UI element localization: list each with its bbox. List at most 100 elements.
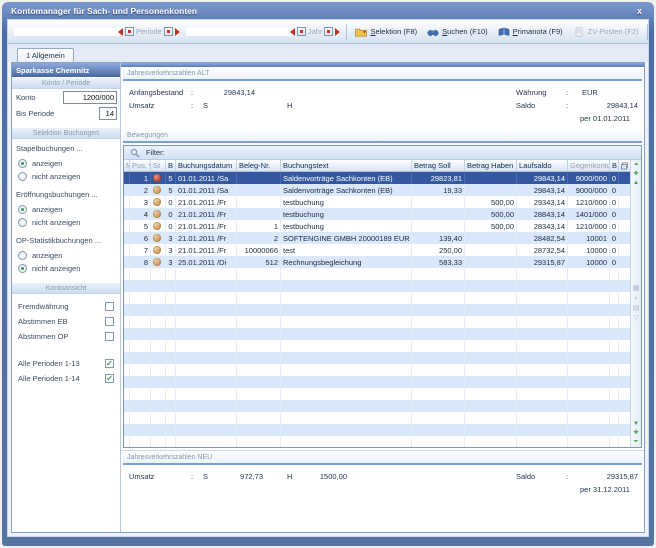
checkbox-row-alle-perioden-1-14[interactable]: Alle Perioden 1-14✓	[16, 371, 116, 386]
row-up-icon[interactable]: ▲	[633, 180, 639, 186]
periode-next-button[interactable]	[164, 27, 173, 36]
go-first-icon[interactable]: ⏶	[634, 162, 639, 168]
konto-input[interactable]	[63, 91, 117, 104]
row-down-icon[interactable]: ▼	[633, 421, 639, 427]
grid-row-empty[interactable]	[124, 376, 630, 388]
grid-cell-haben	[465, 352, 517, 364]
grid-row-4[interactable]: 4021.01.2011 /Frtestbuchung500,0028843,1…	[124, 208, 630, 220]
grid-cell-haben	[465, 376, 517, 388]
radio-icon[interactable]	[18, 205, 27, 214]
grid-row-empty[interactable]	[124, 352, 630, 364]
grid-row-2[interactable]: 2501.01.2011 /SaSaldenvorträge Sachkonte…	[124, 184, 630, 196]
toolbar-button-primanota-f9[interactable]: Primanota (F9)	[493, 23, 568, 40]
grid-cell-st	[151, 268, 166, 280]
checkbox-icon[interactable]	[105, 317, 114, 326]
jahr-prev-arrow-icon[interactable]	[186, 28, 295, 36]
grid-row-8[interactable]: 8325.01.2011 /Di512Rechnungsbegleichung5…	[124, 256, 630, 268]
tab-allgemein[interactable]: 1 Allgemein	[17, 48, 74, 62]
radio-icon[interactable]	[18, 159, 27, 168]
grid-export-icon[interactable]: ▤	[633, 305, 640, 312]
grid-row-empty[interactable]	[124, 280, 630, 292]
grid-cell-b2: 0	[610, 172, 619, 184]
grid-cell-soll	[412, 280, 465, 292]
jahr-next-button[interactable]	[324, 27, 333, 36]
checkbox-row-fremdw-hrung[interactable]: Fremdwährung	[16, 299, 116, 314]
grid-row-empty[interactable]	[124, 400, 630, 412]
checkbox-row-abstimmen-op[interactable]: Abstimmen OP	[16, 329, 116, 344]
filter-bar[interactable]: Filter:	[124, 146, 641, 160]
grid-row-empty[interactable]	[124, 316, 630, 328]
grid-search-icon[interactable]: ⌕	[634, 295, 638, 302]
grid-row-7[interactable]: 7321.01.2011 /Fr10000066test250,0028732,…	[124, 244, 630, 256]
page-up-icon[interactable]: ✚	[633, 171, 638, 177]
grid-header-cell-b-b2[interactable]: B	[610, 160, 619, 171]
grid-header-cell-buchungstext-text[interactable]: Buchungstext	[281, 160, 412, 171]
radio-group-op-statistikbuchungen: OP-Statistikbuchungen ...anzeigennicht a…	[16, 236, 116, 275]
grid-view-icon[interactable]: ▦	[633, 285, 640, 292]
grid-cell-haben	[465, 304, 517, 316]
grid-header-cell-buchungsdatum-datum[interactable]: Buchungsdatum	[176, 160, 237, 171]
checkbox-label: Abstimmen OP	[18, 332, 68, 341]
periode-prev-arrow-icon[interactable]	[14, 28, 123, 36]
periode-next-arrow-icon[interactable]	[175, 28, 180, 36]
toolbar-button-selektion-f8[interactable]: Selektion (F8)	[350, 23, 422, 40]
grid-cell-beleg: 512	[237, 256, 281, 268]
grid-row-empty[interactable]	[124, 304, 630, 316]
grid-cell-pos	[130, 364, 151, 376]
grid-row-empty[interactable]	[124, 424, 630, 436]
checkbox-icon[interactable]	[105, 332, 114, 341]
grid-row-empty[interactable]	[124, 292, 630, 304]
toolbar-button-suchen-f10[interactable]: Suchen (F10)	[422, 23, 492, 40]
page-down-icon[interactable]: ✚	[633, 430, 638, 436]
grid-header-cell-pos-pos[interactable]: Pos.▼	[130, 160, 151, 171]
grid-header-cell-st-st[interactable]: St	[151, 160, 166, 171]
radio-option-anzeigen[interactable]: anzeigen	[16, 203, 116, 216]
checkbox-row-abstimmen-eb[interactable]: Abstimmen EB	[16, 314, 116, 329]
grid-row-empty[interactable]	[124, 388, 630, 400]
grid-header-cell-laufsaldo-lauf[interactable]: Laufsaldo	[517, 160, 568, 171]
radio-option-nicht-anzeigen[interactable]: nicht anzeigen	[16, 262, 116, 275]
go-last-icon[interactable]: ⏷	[634, 439, 639, 445]
grid-row-empty[interactable]	[124, 268, 630, 280]
radio-icon[interactable]	[18, 264, 27, 273]
grid-row-empty[interactable]	[124, 328, 630, 340]
grid-header-cell-gegenkonto-gk[interactable]: Gegenkonto	[568, 160, 610, 171]
close-button[interactable]: x	[634, 6, 645, 16]
grid-header-cell-betrag-haben-haben[interactable]: Betrag Haben	[465, 160, 517, 171]
jahr-prev-button[interactable]	[297, 27, 306, 36]
grid-row-empty[interactable]	[124, 436, 630, 447]
periode-prev-button[interactable]	[125, 27, 134, 36]
grid-header-cell-betrag-soll-soll[interactable]: Betrag Soll	[412, 160, 465, 171]
grid-row-empty[interactable]	[124, 364, 630, 376]
radio-option-anzeigen[interactable]: anzeigen	[16, 249, 116, 262]
nav-group-jahr: Jahr	[183, 26, 344, 37]
radio-option-nicht-anzeigen[interactable]: nicht anzeigen	[16, 170, 116, 183]
jahr-next-arrow-icon[interactable]	[335, 28, 340, 36]
grid-row-empty[interactable]	[124, 412, 630, 424]
grid-header-cell-b-b[interactable]: B	[166, 160, 176, 171]
grid-filter-icon[interactable]: ▽	[633, 315, 638, 322]
radio-icon[interactable]	[18, 172, 27, 181]
bis-periode-input[interactable]	[99, 107, 117, 120]
radio-icon[interactable]	[18, 218, 27, 227]
radio-option-nicht-anzeigen[interactable]: nicht anzeigen	[16, 216, 116, 229]
checkbox-icon[interactable]: ✓	[105, 374, 114, 383]
grid-cell-st	[151, 364, 166, 376]
grid-row-empty[interactable]	[124, 340, 630, 352]
grid-row-3[interactable]: 3021.01.2011 /Frtestbuchung500,0029343,1…	[124, 196, 630, 208]
grid-row-5[interactable]: 5021.01.2011 /Fr1testbuchung500,0028343,…	[124, 220, 630, 232]
radio-option-anzeigen[interactable]: anzeigen	[16, 157, 116, 170]
bis-periode-field-row: Bis Periode	[12, 105, 120, 121]
grid-row-6[interactable]: 6321.01.2011 /Fr2SOFTENGINE GMBH 2000018…	[124, 232, 630, 244]
radio-icon[interactable]	[18, 251, 27, 260]
grid-row-1[interactable]: 1501.01.2011 /SaSaldenvorträge Sachkonte…	[124, 172, 630, 184]
checkbox-icon[interactable]: ✓	[105, 359, 114, 368]
colon: :	[191, 88, 203, 97]
grid-cell-datum: 21.01.2011 /Fr	[176, 208, 237, 220]
checkbox-row-alle-perioden-1-13[interactable]: Alle Perioden 1-13✓	[16, 356, 116, 371]
grid-header-cell-beleg-nr-beleg[interactable]: Beleg-Nr.	[237, 160, 281, 171]
grid-cell-gk	[568, 316, 610, 328]
grid-corner-button[interactable]	[619, 160, 630, 171]
checkbox-icon[interactable]	[105, 302, 114, 311]
grid-cell-gk	[568, 364, 610, 376]
